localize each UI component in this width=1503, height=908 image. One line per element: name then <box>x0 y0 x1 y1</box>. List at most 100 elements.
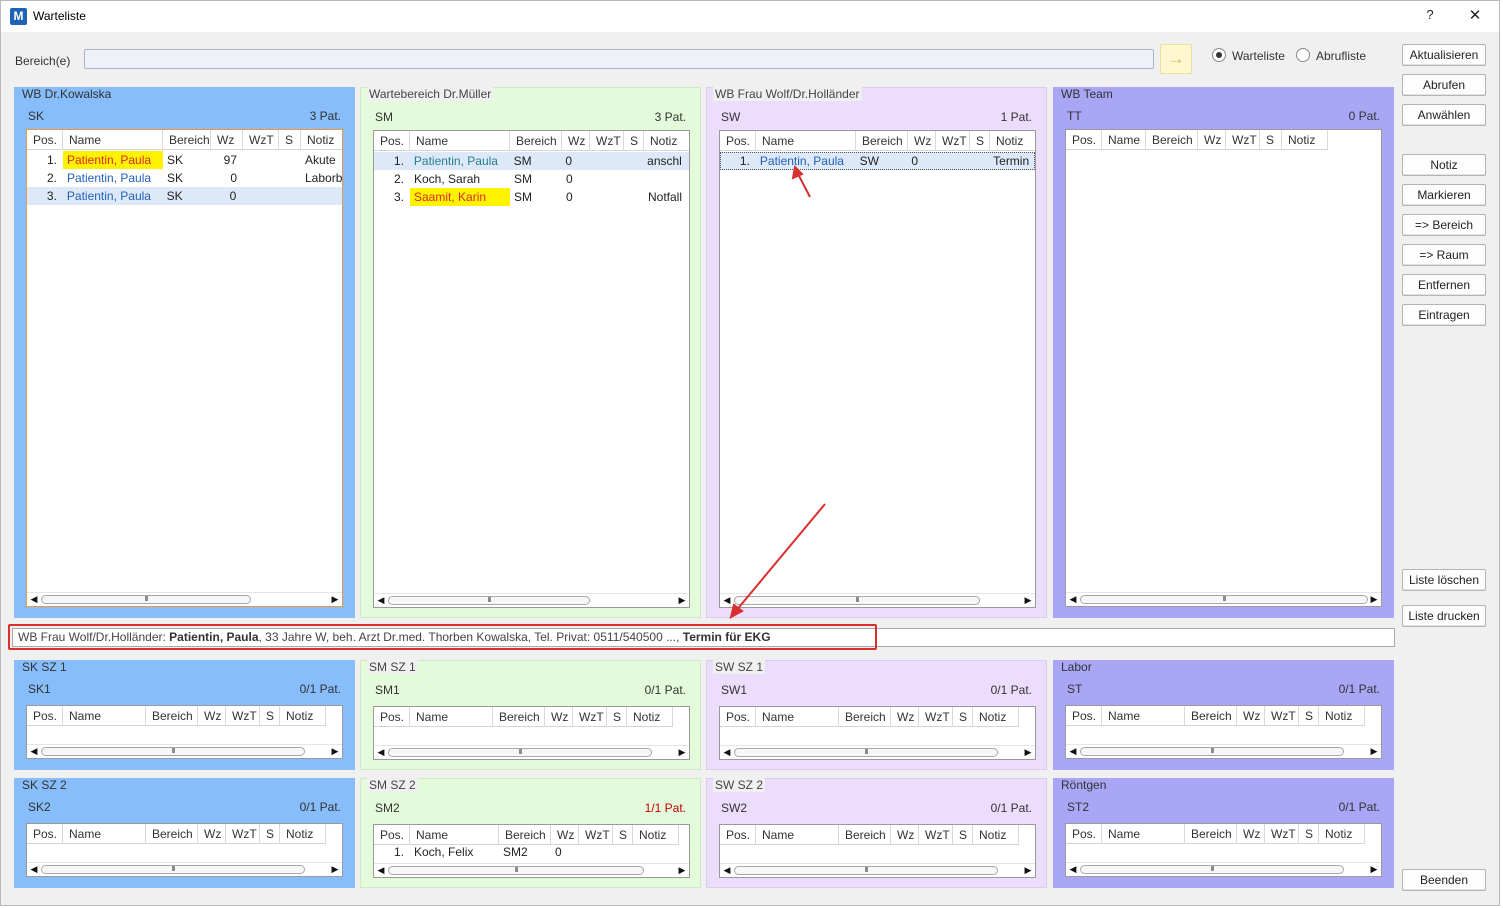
scroll-left-icon[interactable]: ◀ <box>721 746 733 759</box>
table-row[interactable]: 2. Patientin, Paula SK 0 Laborb <box>27 169 342 187</box>
apply-arrow-button[interactable]: → <box>1160 44 1192 74</box>
col-s[interactable]: S <box>953 825 973 845</box>
col-notiz[interactable]: Notiz <box>633 825 679 845</box>
col-wz[interactable]: Wz <box>1198 130 1226 150</box>
patient-grid[interactable]: Pos. Name Bereich Wz WzT S Notiz ◀ III ▶ <box>1065 705 1382 759</box>
col-pos[interactable]: Pos. <box>1066 706 1102 726</box>
col-name[interactable]: Name <box>1102 824 1185 844</box>
horizontal-scrollbar[interactable]: ◀ III ▶ <box>1066 744 1381 758</box>
horizontal-scrollbar[interactable]: ◀ III ▶ <box>27 744 342 758</box>
patient-grid[interactable]: Pos. Name Bereich Wz WzT S Notiz 1. Koch… <box>373 824 690 878</box>
bereich-input[interactable] <box>84 49 1154 69</box>
scroll-thumb[interactable]: III <box>734 866 998 875</box>
col-name[interactable]: Name <box>410 825 499 845</box>
patient-grid[interactable]: Pos. Name Bereich Wz WzT S Notiz 1. Pati… <box>719 130 1036 608</box>
table-row[interactable]: 2. Koch, Sarah SM 0 <box>374 170 689 188</box>
scroll-right-icon[interactable]: ▶ <box>1022 594 1034 607</box>
patient-grid[interactable]: Pos. Name Bereich Wz WzT S Notiz 1. Pati… <box>373 130 690 608</box>
beenden-button[interactable]: Beenden <box>1402 869 1486 891</box>
col-wz[interactable]: Wz <box>1237 824 1265 844</box>
scroll-left-icon[interactable]: ◀ <box>1067 863 1079 876</box>
aktualisieren-button[interactable]: Aktualisieren <box>1402 44 1486 66</box>
col-wz[interactable]: Wz <box>198 824 226 844</box>
col-wzt[interactable]: WzT <box>243 130 279 150</box>
col-notiz[interactable]: Notiz <box>1319 706 1365 726</box>
patient-grid[interactable]: Pos. Name Bereich Wz WzT S Notiz ◀ III ▶ <box>1065 129 1382 607</box>
col-name[interactable]: Name <box>756 131 856 151</box>
scroll-thumb[interactable]: III <box>388 596 590 605</box>
radio-abrufliste-label[interactable]: Abrufliste <box>1316 49 1366 63</box>
col-s[interactable]: S <box>613 825 633 845</box>
scroll-right-icon[interactable]: ▶ <box>1368 745 1380 758</box>
table-row-selected[interactable]: 3. Patientin, Paula SK 0 <box>27 187 342 205</box>
scroll-thumb[interactable]: III <box>734 596 980 605</box>
scroll-thumb[interactable]: III <box>41 595 251 604</box>
table-row-selected[interactable]: 1. Patientin, Paula SW 0 Termin <box>720 152 1035 170</box>
scroll-right-icon[interactable]: ▶ <box>329 745 341 758</box>
col-pos[interactable]: Pos. <box>374 707 410 727</box>
col-notiz[interactable]: Notiz <box>990 131 1035 151</box>
scroll-left-icon[interactable]: ◀ <box>375 594 387 607</box>
table-row[interactable]: 1. Koch, Felix SM2 0 <box>374 844 579 860</box>
col-s[interactable]: S <box>260 824 280 844</box>
scroll-right-icon[interactable]: ▶ <box>1368 863 1380 876</box>
col-bereich[interactable]: Bereich <box>839 707 891 727</box>
col-wzt[interactable]: WzT <box>919 825 953 845</box>
horizontal-scrollbar[interactable]: ◀ III ▶ <box>374 863 689 877</box>
col-name[interactable]: Name <box>756 825 839 845</box>
close-icon[interactable]: ✕ <box>1465 6 1485 26</box>
scroll-right-icon[interactable]: ▶ <box>1368 593 1380 606</box>
col-notiz[interactable]: Notiz <box>973 707 1019 727</box>
scroll-left-icon[interactable]: ◀ <box>721 594 733 607</box>
move-to-raum-button[interactable]: => Raum <box>1402 244 1486 266</box>
liste-drucken-button[interactable]: Liste drucken <box>1402 605 1486 627</box>
scroll-right-icon[interactable]: ▶ <box>1022 864 1034 877</box>
col-pos[interactable]: Pos. <box>1066 130 1102 150</box>
col-pos[interactable]: Pos. <box>374 825 410 845</box>
col-name[interactable]: Name <box>63 130 163 150</box>
col-name[interactable]: Name <box>63 824 146 844</box>
col-s[interactable]: S <box>1299 824 1319 844</box>
radio-abrufliste[interactable] <box>1296 48 1310 62</box>
patient-grid[interactable]: Pos. Name Bereich Wz WzT S Notiz ◀ III ▶ <box>719 706 1036 760</box>
col-wzt[interactable]: WzT <box>590 131 624 151</box>
table-row[interactable]: 1. Patientin, Paula SK 97 Akute <box>27 151 342 169</box>
col-wz[interactable]: Wz <box>908 131 936 151</box>
table-row[interactable]: 3. Saamit, Karin SM 0 Notfall <box>374 188 689 206</box>
col-wz[interactable]: Wz <box>211 130 243 150</box>
horizontal-scrollbar[interactable]: ◀ III ▶ <box>720 745 1035 759</box>
patient-grid[interactable]: Pos. Name Bereich Wz WzT S Notiz ◀ III ▶ <box>26 705 343 759</box>
scroll-left-icon[interactable]: ◀ <box>1067 593 1079 606</box>
scroll-thumb[interactable]: III <box>41 747 305 756</box>
col-wzt[interactable]: WzT <box>1265 706 1299 726</box>
anwaehlen-button[interactable]: Anwählen <box>1402 104 1486 126</box>
col-s[interactable]: S <box>1260 130 1282 150</box>
col-notiz[interactable]: Notiz <box>627 707 673 727</box>
horizontal-scrollbar[interactable]: ◀ III ▶ <box>374 593 689 607</box>
col-s[interactable]: S <box>953 707 973 727</box>
patient-grid[interactable]: Pos. Name Bereich Wz WzT S Notiz ◀ III ▶ <box>1065 823 1382 877</box>
horizontal-scrollbar[interactable]: ◀ III ▶ <box>27 862 342 876</box>
table-row-selected[interactable]: 1. Patientin, Paula SM 0 anschl <box>374 152 689 170</box>
col-notiz[interactable]: Notiz <box>280 706 326 726</box>
col-pos[interactable]: Pos. <box>27 130 63 150</box>
col-notiz[interactable]: Notiz <box>280 824 326 844</box>
scroll-thumb[interactable]: III <box>388 748 652 757</box>
col-notiz[interactable]: Notiz <box>1282 130 1328 150</box>
col-notiz[interactable]: Notiz <box>644 131 689 151</box>
markieren-button[interactable]: Markieren <box>1402 184 1486 206</box>
col-s[interactable]: S <box>1299 706 1319 726</box>
horizontal-scrollbar[interactable]: ◀ III ▶ <box>720 863 1035 877</box>
horizontal-scrollbar[interactable]: ◀ III ▶ <box>1066 592 1381 606</box>
help-icon[interactable]: ? <box>1421 7 1439 25</box>
eintragen-button[interactable]: Eintragen <box>1402 304 1486 326</box>
col-wzt[interactable]: WzT <box>226 706 260 726</box>
scroll-left-icon[interactable]: ◀ <box>375 864 387 877</box>
col-wz[interactable]: Wz <box>1237 706 1265 726</box>
col-wzt[interactable]: WzT <box>573 707 607 727</box>
entfernen-button[interactable]: Entfernen <box>1402 274 1486 296</box>
col-wzt[interactable]: WzT <box>1265 824 1299 844</box>
col-pos[interactable]: Pos. <box>27 706 63 726</box>
col-bereich[interactable]: Bereich <box>1185 706 1237 726</box>
col-bereich[interactable]: Bereich <box>839 825 891 845</box>
